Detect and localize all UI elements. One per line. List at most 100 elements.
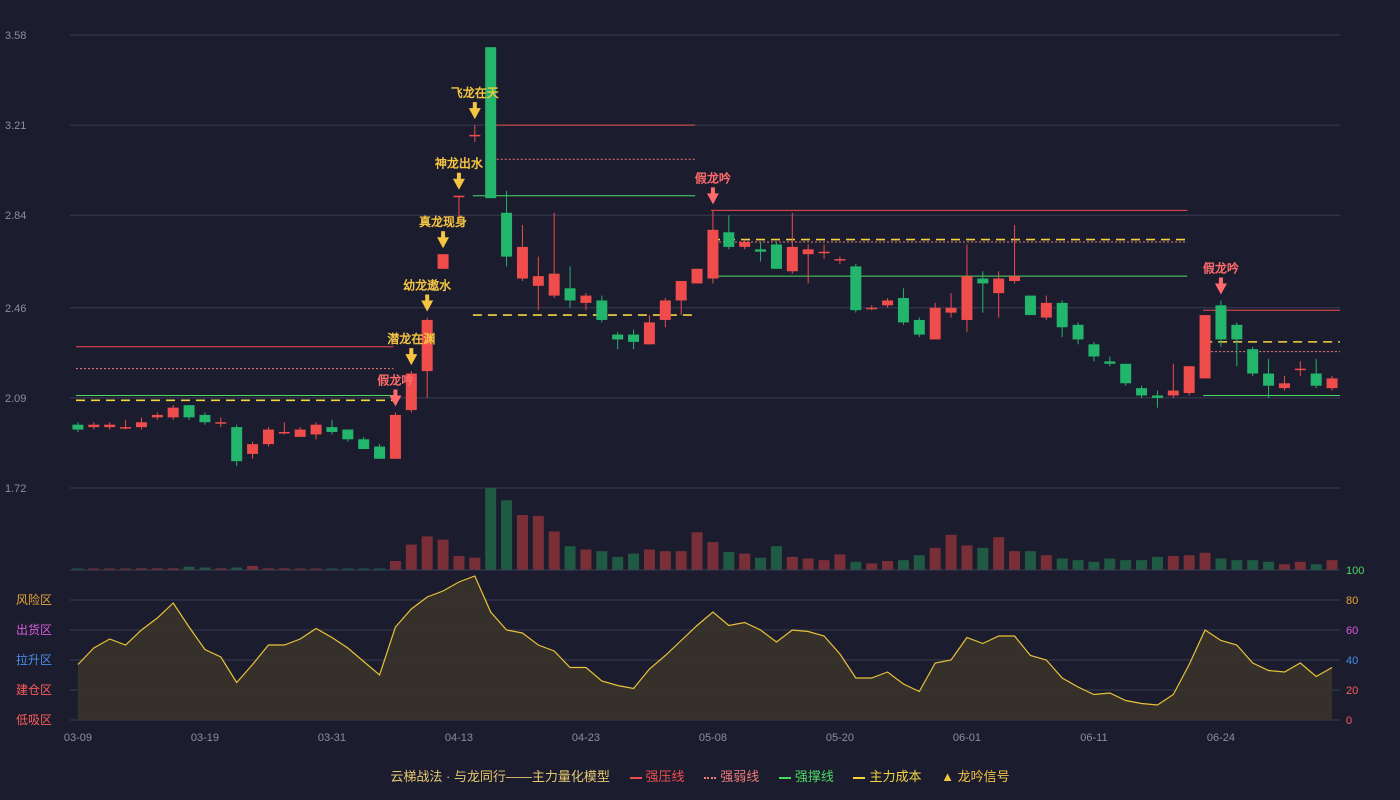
volume-bar	[516, 515, 528, 570]
candle-body	[882, 300, 894, 306]
candle-body	[786, 246, 798, 272]
volume-bar	[723, 551, 735, 570]
candle-body	[993, 278, 1005, 294]
volume-bar	[850, 561, 862, 570]
volume-bar	[1215, 558, 1227, 570]
volume-bar	[1183, 555, 1195, 570]
candle-body	[1136, 388, 1148, 396]
candle-body	[183, 405, 195, 418]
candle-body	[675, 280, 687, 301]
signal-arrow-icon	[706, 193, 719, 205]
x-tick-label: 06-11	[1080, 732, 1107, 744]
price-tick-label: 3.58	[5, 30, 26, 42]
signal-arrow-stem	[393, 389, 398, 397]
candle-body	[1167, 390, 1179, 396]
volume-bar	[1199, 552, 1211, 570]
x-tick-label: 06-24	[1207, 732, 1235, 744]
volume-bar	[564, 546, 576, 570]
volume-bar	[1104, 558, 1116, 570]
candle-body	[1009, 276, 1021, 281]
candle-body	[278, 431, 290, 434]
candle-body	[294, 429, 306, 437]
volume-bar	[1167, 556, 1179, 570]
candle-body	[88, 424, 100, 428]
candle-body	[326, 427, 338, 432]
volume-bar	[882, 560, 894, 570]
candle-body	[72, 424, 84, 430]
volume-bar	[945, 534, 957, 570]
price-tick-label: 1.72	[5, 483, 26, 495]
candle-body	[374, 446, 386, 459]
volume-bar	[897, 560, 909, 570]
candle-body	[818, 251, 830, 254]
signal-arrow-icon	[437, 237, 450, 249]
volume-bar	[1278, 564, 1290, 570]
triangle-icon: ▲	[941, 769, 954, 784]
x-tick-label: 03-09	[64, 732, 92, 744]
signal-label: 潜龙在渊	[387, 331, 435, 346]
candle-body	[1183, 366, 1195, 394]
candle-body	[961, 276, 973, 320]
x-tick-label: 05-20	[826, 732, 854, 744]
candle-body	[1294, 368, 1306, 371]
signal-arrow-stem	[1218, 277, 1223, 285]
volume-bar	[548, 531, 560, 570]
signal-arrow-icon	[468, 108, 481, 120]
candle-body	[247, 444, 259, 454]
candle-body	[770, 244, 782, 269]
candle-body	[564, 288, 576, 301]
oscillator-zone-label: 出货区	[16, 622, 52, 637]
candle-body	[104, 424, 116, 428]
volume-bar	[866, 563, 878, 570]
candle-body	[628, 334, 640, 342]
x-tick-label: 03-31	[318, 732, 346, 744]
volume-bar	[739, 553, 751, 570]
candle-body	[945, 307, 957, 313]
signal-label: 假龙吟	[695, 170, 731, 185]
signal-label: 真龙现身	[419, 214, 467, 229]
volume-bar	[993, 537, 1005, 570]
candle-body	[1120, 363, 1132, 384]
volume-bar	[1136, 560, 1148, 570]
signal-label: 幼龙遨水	[403, 278, 452, 293]
candle-body	[469, 134, 481, 137]
volume-bar	[834, 554, 846, 570]
price-tick-label: 2.84	[5, 210, 26, 222]
volume-bar	[405, 544, 417, 570]
volume-bar	[913, 555, 925, 570]
oscillator-zone-label: 建仓区	[16, 683, 52, 697]
volume-bar	[501, 500, 513, 570]
volume-bar	[612, 556, 624, 570]
candle-body	[580, 295, 592, 303]
volume-bar	[802, 558, 814, 570]
x-tick-label: 04-13	[445, 732, 473, 744]
signal-arrow-stem	[456, 172, 461, 180]
volume-bar	[1056, 558, 1068, 570]
legend-item-support: 强撑线	[778, 766, 834, 785]
candle-body	[977, 278, 989, 284]
volume-bar	[469, 557, 481, 570]
volume-bar	[437, 539, 449, 570]
candle-body	[151, 414, 163, 418]
candle-body	[913, 319, 925, 335]
candle-body	[167, 407, 179, 418]
candle-body	[1278, 383, 1290, 389]
signal-arrow-icon	[405, 354, 418, 366]
volume-bar	[1009, 551, 1021, 570]
volume-bar	[659, 551, 671, 570]
candle-body	[532, 276, 544, 286]
signal-arrow-stem	[441, 231, 446, 239]
oscillator-tick-label: 40	[1346, 655, 1358, 667]
candle-body	[643, 322, 655, 345]
signal-arrow-icon	[421, 300, 434, 312]
price-tick-label: 2.46	[5, 303, 26, 315]
candle-body	[1199, 315, 1211, 379]
signal-label: 假龙吟	[1203, 260, 1239, 275]
price-tick-label: 3.21	[5, 120, 26, 132]
candle-body	[897, 298, 909, 323]
volume-bar	[532, 515, 544, 570]
legend-item-weak-line: 强弱线	[704, 766, 759, 785]
price-tick-label: 2.09	[5, 393, 26, 405]
candle-body	[1056, 302, 1068, 328]
x-tick-label: 04-23	[572, 732, 600, 744]
